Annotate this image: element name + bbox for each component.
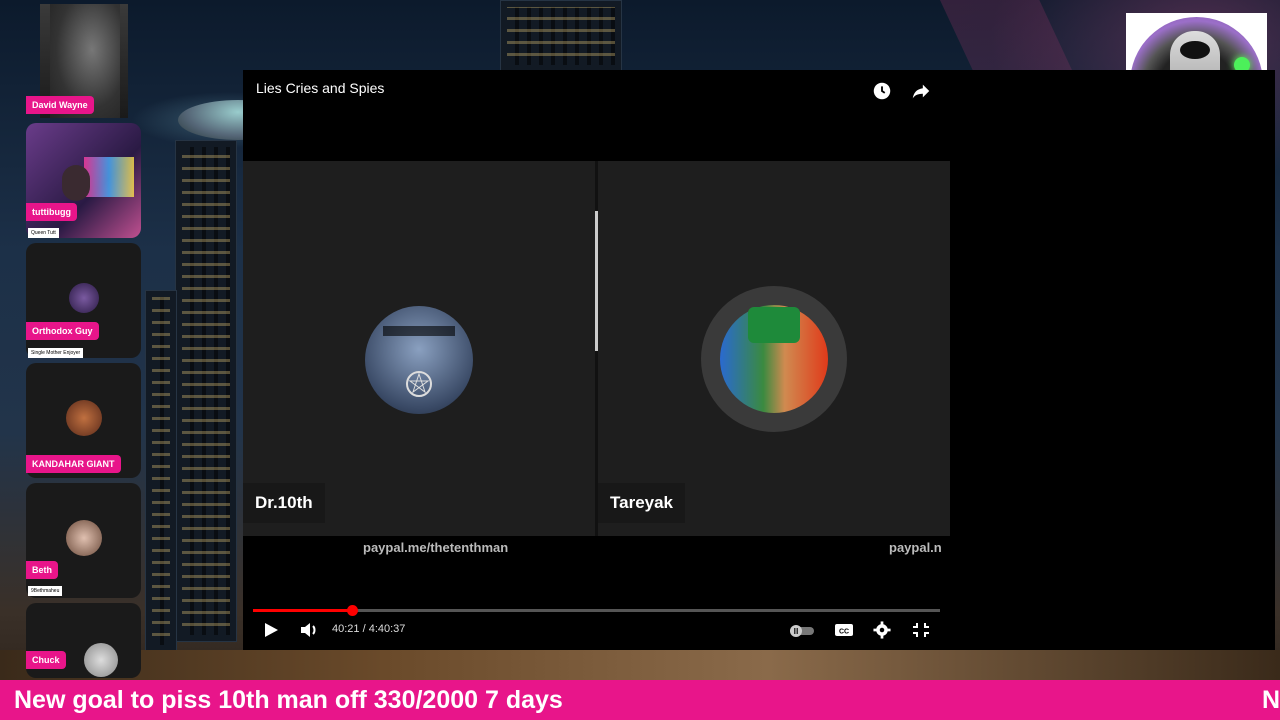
avatar	[65, 400, 102, 437]
progress-scrubber[interactable]	[346, 605, 358, 616]
speaker-avatar	[365, 306, 473, 414]
background-building	[175, 140, 237, 642]
speaker-avatar	[720, 305, 828, 413]
participant-name: KANDAHAR GIANT	[26, 455, 121, 473]
pentacle-icon	[383, 326, 455, 397]
background-building	[500, 0, 622, 72]
participant-camera-feed	[84, 157, 134, 197]
cc-icon[interactable]: CC	[834, 621, 854, 644]
video-title[interactable]: Lies Cries and Spies	[256, 80, 384, 96]
speaker-name-right: Tareyak	[598, 483, 686, 523]
svg-text:CC: CC	[839, 629, 849, 636]
video-player[interactable]: Lies Cries and Spies Dr.10th Tareyak pay…	[243, 70, 1275, 650]
avatar	[84, 643, 118, 677]
ticker-text: New goal to piss 10th man off 330/2000 7…	[14, 686, 563, 714]
participant-tile[interactable]	[26, 243, 141, 358]
goal-ticker: New goal to piss 10th man off 330/2000 7…	[0, 680, 1280, 720]
background-building	[145, 290, 177, 652]
play-icon[interactable]	[261, 621, 281, 644]
autoplay-toggle-icon[interactable]	[788, 624, 816, 643]
gear-icon[interactable]	[872, 621, 892, 644]
participant-name: Beth	[26, 561, 58, 579]
astronaut-visor	[1180, 41, 1210, 59]
participant-tile[interactable]	[26, 483, 141, 598]
participant-subtitle: Single Mother Enjoyer	[28, 348, 84, 358]
playback-time: 40:21 / 4:40:37	[332, 623, 406, 635]
leprechaun-hat	[748, 307, 800, 343]
avatar	[65, 520, 102, 557]
paypal-link-left: paypal.me/thetenthman	[363, 540, 509, 555]
speaker-panel-right: Tareyak	[598, 161, 950, 536]
avatar	[68, 283, 99, 314]
ticker-text-repeat: N	[1262, 686, 1280, 714]
progress-bar[interactable]	[253, 605, 940, 616]
clock-icon[interactable]	[871, 80, 893, 102]
participant-name: David Wayne	[26, 96, 94, 114]
speaker-name-left: Dr.10th	[243, 483, 325, 523]
paypal-link-right: paypal.n	[889, 540, 942, 555]
exit-fullscreen-icon[interactable]	[911, 621, 931, 644]
participant-name: Orthodox Guy	[26, 322, 99, 340]
share-icon[interactable]	[910, 80, 932, 102]
participant-subtitle: 9Bethmaheu	[28, 586, 63, 596]
street-scene	[0, 650, 1280, 680]
speaker-panel-left: Dr.10th	[243, 161, 595, 536]
participant-subtitle: Queen Tutt	[28, 228, 59, 238]
participant-camera-feed	[62, 165, 90, 201]
participant-name: tuttibugg	[26, 203, 77, 221]
volume-icon[interactable]	[299, 621, 319, 644]
participant-name: Chuck	[26, 651, 66, 669]
progress-fill	[253, 609, 352, 612]
